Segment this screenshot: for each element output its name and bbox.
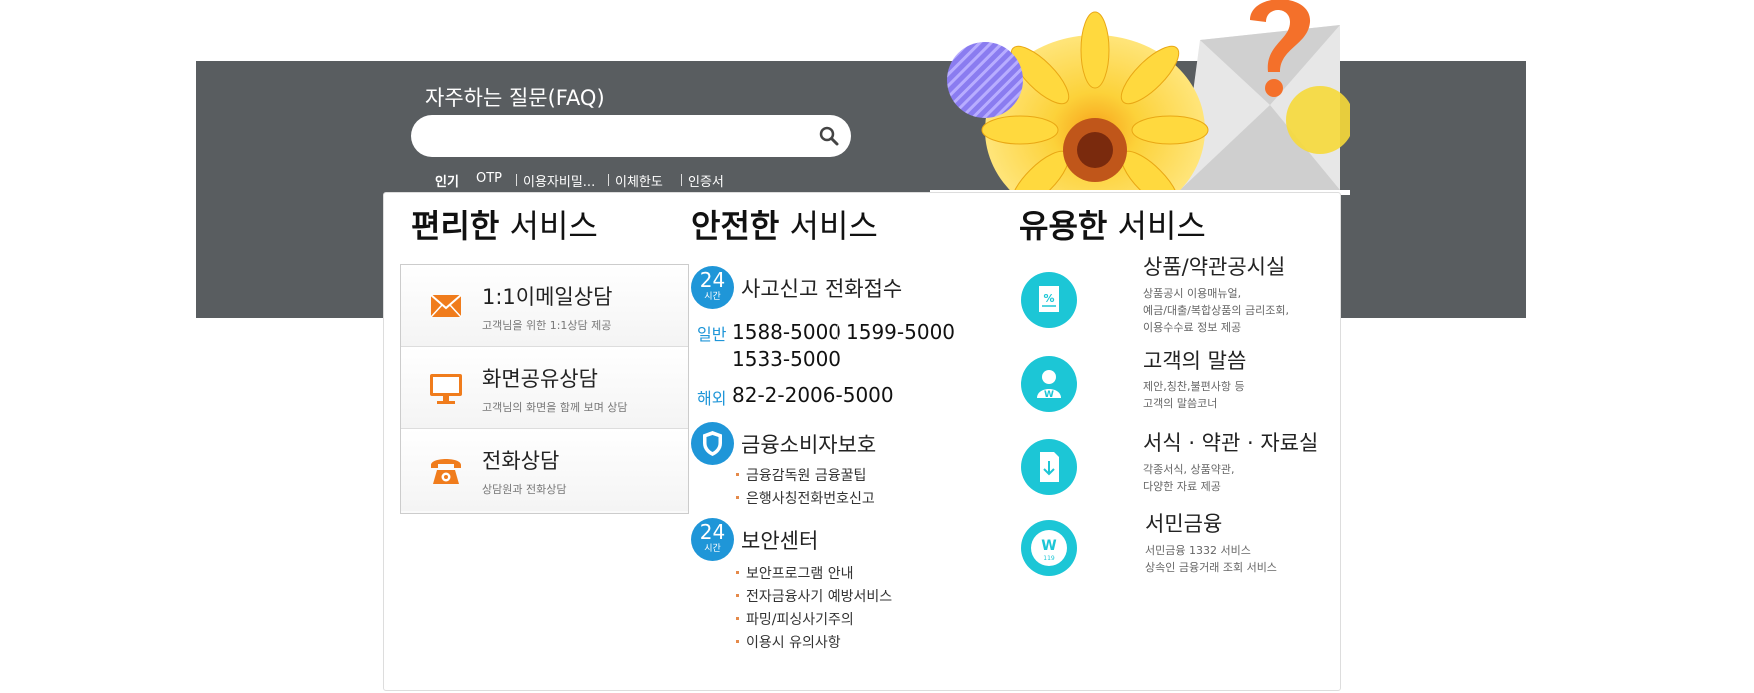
keyword-user-password[interactable]: 이용자비밀...	[515, 171, 595, 190]
badge-unit: 시간	[704, 292, 721, 302]
security-item-program-guide[interactable]: 보안프로그램 안내	[736, 563, 854, 583]
svg-text:W: W	[1044, 390, 1054, 400]
badge-unit: 시간	[704, 544, 721, 554]
svg-text:%: %	[1043, 292, 1054, 305]
keyword-certificate[interactable]: 인증서	[681, 171, 724, 190]
security-item-pharming-phishing[interactable]: 파밍/피싱사기주의	[736, 609, 854, 629]
svg-text:119: 119	[1043, 555, 1055, 562]
shield-icon	[691, 422, 734, 465]
number-divider	[837, 324, 838, 340]
screen-share-desc: 고객님의 화면을 함께 보며 상담	[482, 401, 628, 414]
consumer-protection-title[interactable]: 금융소비자보호	[741, 429, 876, 459]
security-center-title[interactable]: 보안센터	[741, 525, 818, 555]
faq-search-box[interactable]	[411, 115, 851, 157]
monitor-icon	[430, 374, 462, 404]
overseas-number: 82-2-2006-5000	[732, 383, 894, 407]
screen-share-consultation-card[interactable]: 화면공유상담 고객님의 화면을 함께 보며 상담	[401, 347, 688, 429]
page: 자주하는 질문(FAQ) 인기 OTP 이용자비밀... 이체한도 인증서 편리…	[0, 0, 1754, 693]
faq-title: 자주하는 질문(FAQ)	[425, 86, 605, 110]
download-document-icon[interactable]	[1021, 439, 1077, 495]
forms-library-title[interactable]: 서식 · 약관 · 자료실	[1143, 427, 1318, 457]
customer-voice-desc: 제안,칭찬,불편사항 등 고객의 말씀코너	[1143, 380, 1245, 410]
percent-document-icon[interactable]: %	[1021, 272, 1077, 328]
security-item-fraud-prevention[interactable]: 전자금융사기 예방서비스	[735, 586, 892, 606]
safe-services-title: 안전한 서비스	[691, 207, 878, 245]
useful-services-title: 유용한 서비스	[1019, 207, 1206, 245]
phone-consultation-title: 전화상담	[482, 449, 560, 473]
consultation-list: 1:1이메일상담 고객님을 위한 1:1상담 제공 화면공유상담 고객님의 화면…	[400, 264, 689, 514]
keyword-transfer-limit[interactable]: 이체한도	[608, 171, 663, 190]
general-number-2: 1599-5000	[846, 320, 956, 344]
phone-consultation-card[interactable]: 전화상담 상담원과 전화상담	[401, 429, 688, 511]
microfinance-title[interactable]: 서민금융	[1145, 508, 1222, 538]
services-panel: 편리한 서비스 1:1이메일상담 고객님을 위한 1:1상담 제공 화면공유상담…	[383, 192, 1341, 691]
general-number-3: 1533-5000	[732, 347, 842, 371]
product-disclosure-desc: 상품공시 이용매뉴얼, 예금/대출/복합상품의 금리조회, 이용수수료 정보 제…	[1143, 287, 1289, 334]
svg-text:W: W	[1041, 538, 1056, 554]
keyword-otp[interactable]: OTP	[476, 171, 502, 186]
popular-keywords-label: 인기	[435, 175, 459, 190]
telephone-icon	[431, 459, 461, 484]
microfinance-desc: 서민금융 1332 서비스 상속인 금융거래 조회 서비스	[1145, 544, 1277, 574]
general-label: 일반	[697, 325, 727, 344]
phone-consultation-desc: 상담원과 전화상담	[482, 483, 567, 496]
forms-library-desc: 각종서식, 상품약관, 다양한 자료 제공	[1143, 463, 1235, 493]
screen-share-title: 화면공유상담	[482, 367, 598, 391]
search-icon[interactable]	[817, 124, 841, 148]
product-disclosure-title[interactable]: 상품/약관공시실	[1143, 251, 1285, 281]
security-item-usage-notes[interactable]: 이용시 유의사항	[736, 632, 841, 652]
consumer-item-impersonation-report[interactable]: 은행사칭전화번호신고	[736, 488, 875, 508]
overseas-label: 해외	[697, 389, 727, 408]
person-icon[interactable]: W	[1021, 356, 1077, 412]
24-hours-badge-icon: 24 시간	[691, 266, 734, 309]
general-number-1: 1588-5000	[732, 320, 842, 344]
consumer-item-fss-tips[interactable]: 금융감독원 금융꿀팁	[735, 465, 866, 485]
badge-number: 24	[699, 520, 726, 544]
customer-voice-title[interactable]: 고객의 말씀	[1143, 345, 1246, 375]
24-hours-badge-icon: 24 시간	[691, 518, 734, 561]
faq-illustration	[930, 0, 1350, 195]
email-consultation-card[interactable]: 1:1이메일상담 고객님을 위한 1:1상담 제공	[401, 265, 688, 347]
badge-number: 24	[699, 268, 726, 292]
envelope-icon	[430, 294, 462, 318]
convenient-services-title: 편리한 서비스	[411, 207, 598, 245]
email-consultation-title: 1:1이메일상담	[482, 285, 613, 309]
email-consultation-desc: 고객님을 위한 1:1상담 제공	[482, 319, 612, 332]
search-input[interactable]	[429, 123, 799, 149]
accident-report-title: 사고신고 전화접수	[741, 277, 903, 301]
w-119-icon[interactable]: W 119	[1021, 520, 1077, 576]
